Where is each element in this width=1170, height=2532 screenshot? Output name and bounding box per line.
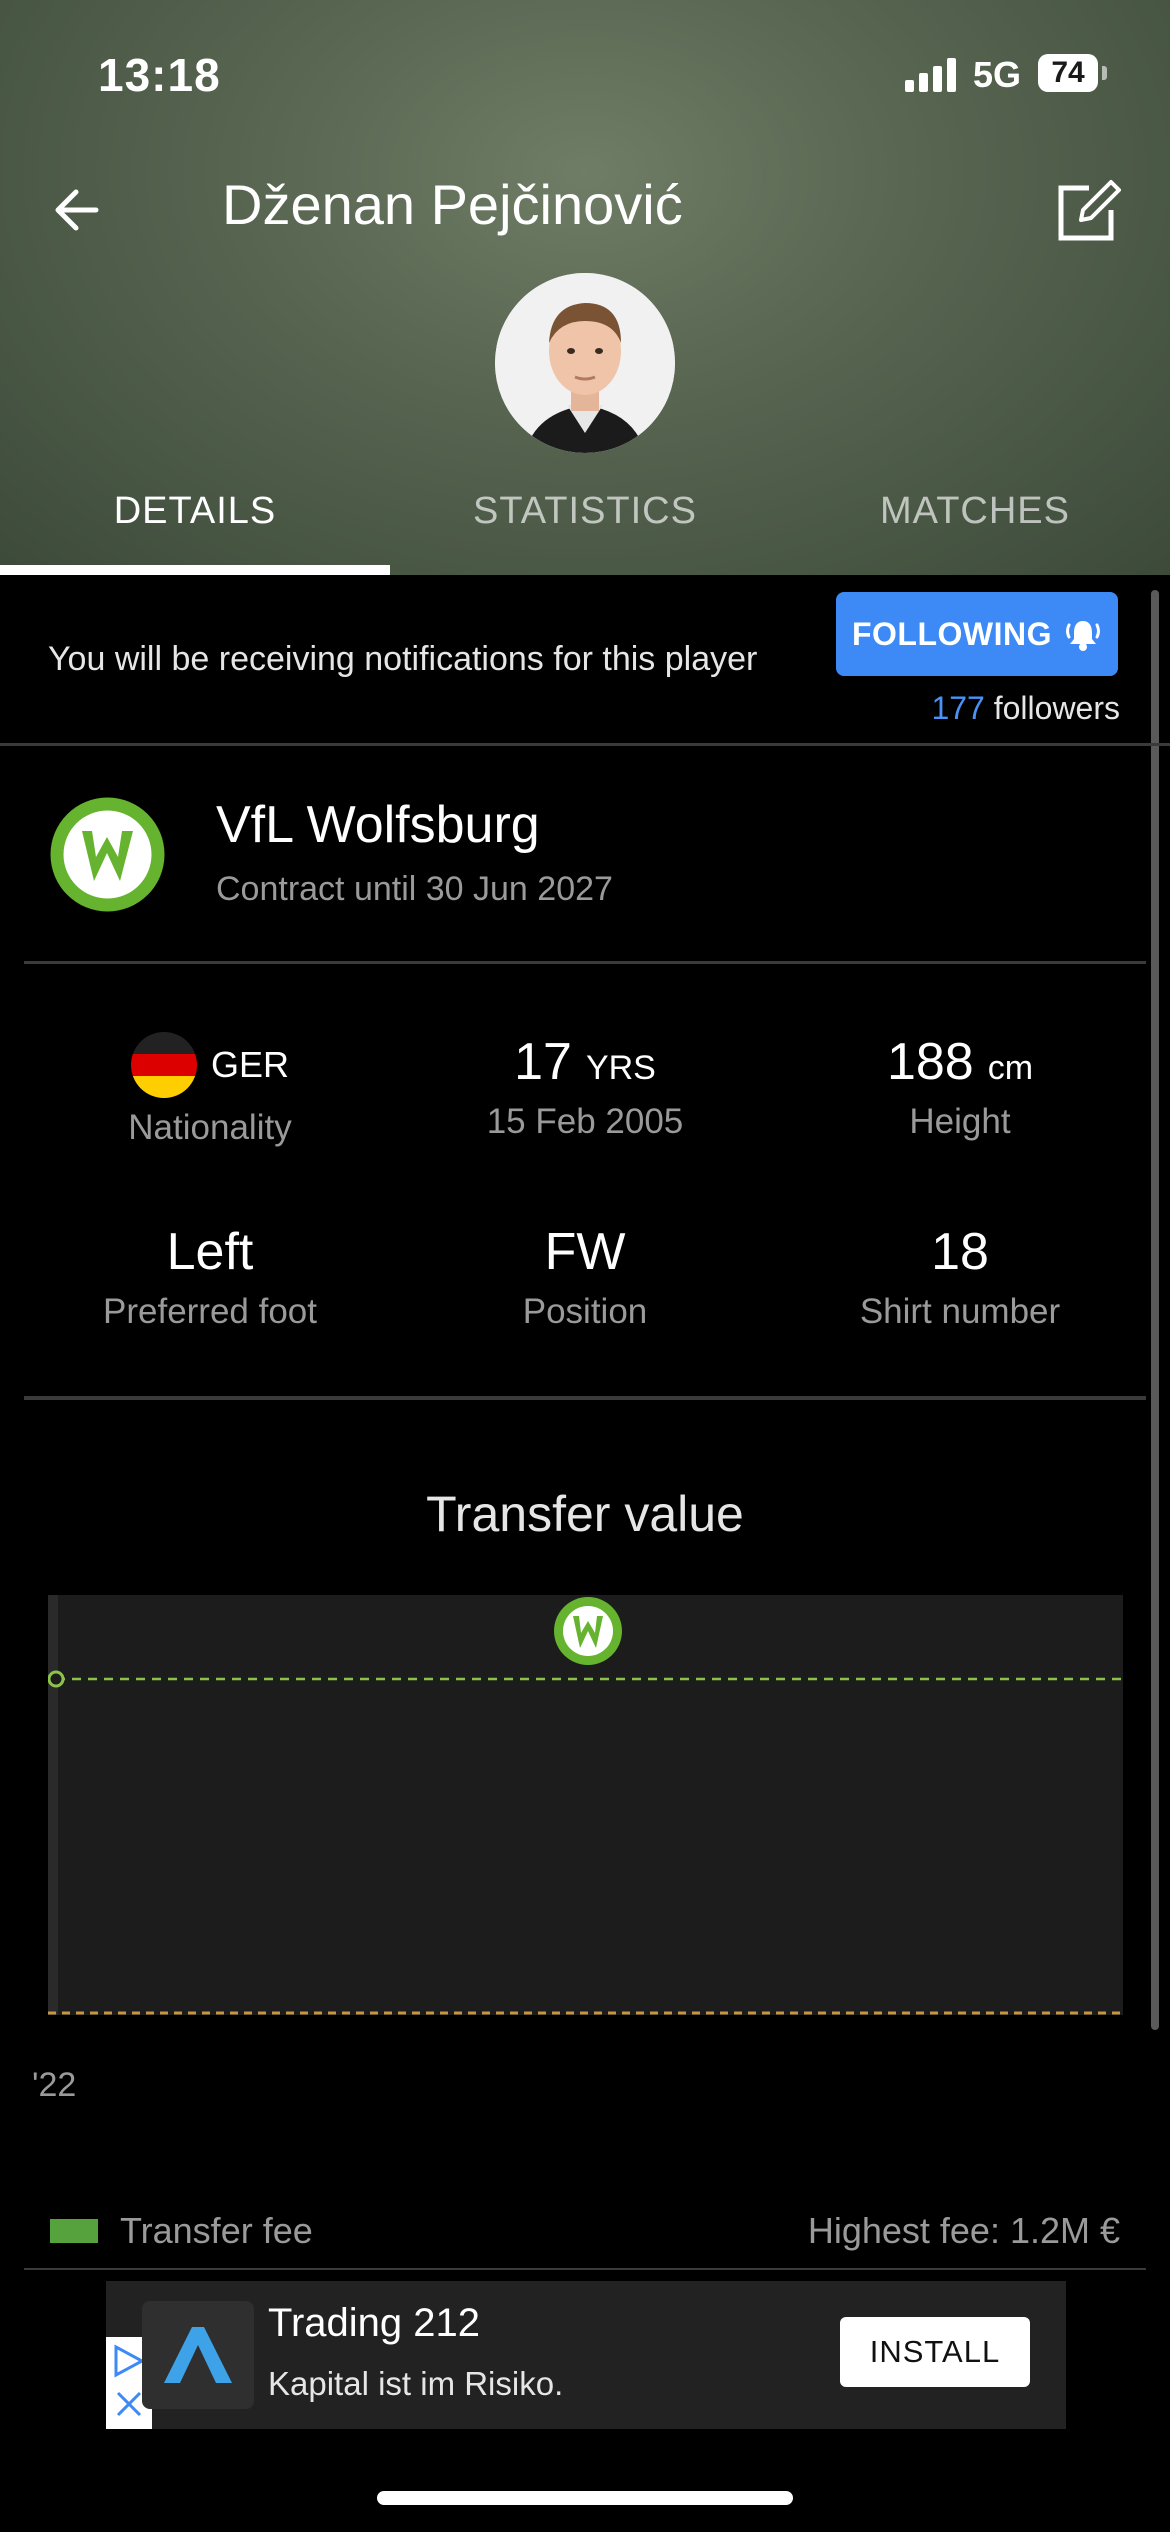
- tab-details[interactable]: DETAILS: [0, 490, 390, 533]
- nationality-value: GER: [210, 1044, 289, 1085]
- legend-swatch: [50, 2219, 98, 2243]
- height-cell: 188 cm Height: [770, 1032, 1150, 1142]
- height-label: Height: [909, 1102, 1011, 1141]
- divider: [24, 961, 1146, 964]
- battery-icon: 74: [1038, 54, 1098, 92]
- signal-icon: [905, 58, 957, 92]
- player-header: 13:18 5G 74 Dženan Pejčinović DETAILS ST…: [0, 0, 1170, 575]
- divider: [24, 1396, 1146, 1400]
- x-tick-label: '22: [32, 2066, 77, 2104]
- transfer-fee-point: [48, 1670, 65, 1688]
- divider: [24, 2268, 1146, 2270]
- position-label: Position: [522, 1292, 648, 1331]
- height-unit: cm: [987, 1049, 1034, 1087]
- germany-flag-icon: [130, 1032, 197, 1098]
- edit-icon[interactable]: [1055, 178, 1121, 244]
- position-cell: FW Position: [395, 1222, 775, 1332]
- chart-title: Transfer value: [426, 1486, 744, 1542]
- age-cell: 17 YRS 15 Feb 2005: [395, 1032, 775, 1142]
- back-arrow-icon[interactable]: [48, 180, 108, 240]
- age-value: 17: [514, 1033, 572, 1091]
- notification-text: You will be receiving notifications for …: [48, 640, 758, 678]
- trading212-logo-icon: [142, 2301, 254, 2409]
- chart-y-axis: [48, 1595, 58, 2015]
- scrollbar[interactable]: [1151, 590, 1159, 2030]
- followers-label: followers: [993, 690, 1120, 726]
- foot-cell: Left Preferred foot: [20, 1222, 400, 1332]
- player-name: Dženan Pejčinović: [222, 173, 683, 236]
- bell-ringing-icon: [1066, 621, 1100, 651]
- foot-value: Left: [166, 1223, 254, 1281]
- tab-bar: DETAILS STATISTICS MATCHES: [0, 480, 1170, 575]
- transfer-value-chart[interactable]: [48, 1595, 1123, 2025]
- legend-label: Transfer fee: [120, 2210, 313, 2251]
- home-indicator[interactable]: [377, 2491, 793, 2505]
- active-tab-indicator: [0, 565, 390, 575]
- divider: [0, 743, 1170, 746]
- club-name[interactable]: VfL Wolfsburg: [216, 795, 540, 855]
- ad-title: Trading 212: [268, 2301, 480, 2345]
- birth-date: 15 Feb 2005: [486, 1102, 684, 1141]
- club-logo[interactable]: [50, 797, 165, 912]
- highest-fee: Highest fee: 1.2M €: [807, 2210, 1120, 2251]
- battery-tip: [1102, 66, 1107, 80]
- chart-club-marker-icon[interactable]: [554, 1597, 622, 1665]
- player-avatar: [495, 273, 675, 453]
- status-time: 13:18: [98, 49, 221, 101]
- foot-label: Preferred foot: [103, 1292, 317, 1331]
- ad-subtitle: Kapital ist im Risiko.: [268, 2365, 564, 2402]
- followers-number: 177: [931, 690, 985, 726]
- ad-banner[interactable]: Trading 212 Kapital ist im Risiko. INSTA…: [106, 2281, 1066, 2429]
- followers-count: 177 followers: [931, 690, 1120, 727]
- network-type: 5G: [973, 54, 1022, 95]
- position-value: FW: [544, 1223, 626, 1281]
- status-bar: 13:18 5G 74: [0, 0, 1170, 150]
- shirt-value: 18: [931, 1223, 989, 1281]
- tab-matches[interactable]: MATCHES: [780, 490, 1170, 533]
- shirt-cell: 18 Shirt number: [770, 1222, 1150, 1332]
- age-unit: YRS: [585, 1049, 656, 1087]
- nationality-cell: GER Nationality: [20, 1032, 400, 1148]
- following-button-label: FOLLOWING: [851, 615, 1052, 652]
- following-button[interactable]: FOLLOWING: [836, 592, 1118, 676]
- height-value: 188: [886, 1033, 974, 1091]
- shirt-label: Shirt number: [859, 1292, 1061, 1331]
- contract-info: Contract until 30 Jun 2027: [216, 870, 613, 908]
- nationality-label: Nationality: [128, 1108, 292, 1147]
- tab-statistics[interactable]: STATISTICS: [390, 490, 780, 533]
- install-button[interactable]: INSTALL: [840, 2317, 1030, 2387]
